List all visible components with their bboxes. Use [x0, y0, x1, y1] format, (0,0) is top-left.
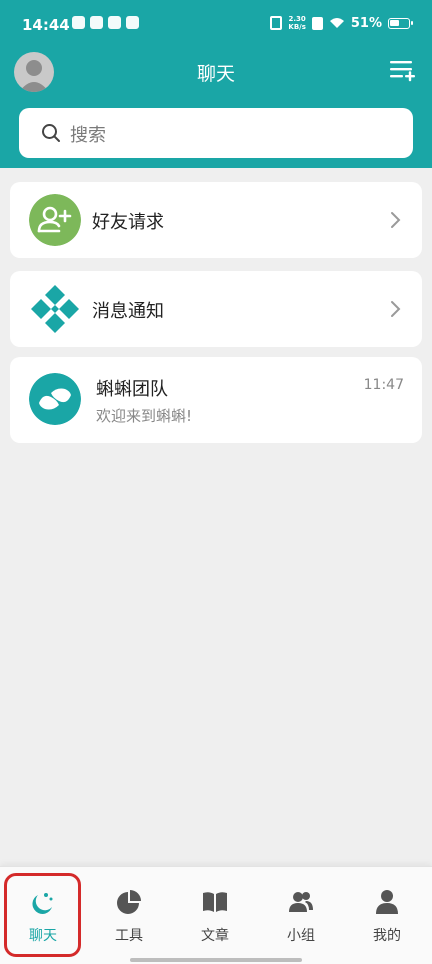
pie-chart-icon: [117, 890, 141, 914]
chevron-right-icon: [391, 301, 401, 317]
tab-label: 我的: [373, 928, 401, 944]
page-title: 聊天: [196, 63, 235, 85]
group-icon: [289, 892, 313, 912]
header: 14:44 2.30 KB/s 51% 聊天 搜索: [0, 0, 432, 168]
team-logo-icon: [29, 373, 81, 425]
app-notification-icon: [72, 16, 85, 29]
search-icon: [42, 124, 60, 142]
chat-icon: [32, 893, 53, 914]
friend-request-label: 好友请求: [92, 212, 164, 233]
tab-label: 文章: [201, 928, 229, 944]
person-icon: [376, 890, 398, 914]
vibrate-icon: [270, 16, 283, 30]
search-placeholder: 搜索: [70, 125, 106, 146]
tab-me[interactable]: 我的: [344, 867, 430, 957]
book-icon: [203, 892, 227, 912]
status-bar: 14:44 2.30 KB/s 51%: [0, 0, 432, 50]
fan-notification-icon: [90, 16, 103, 29]
sim-x-icon: [311, 16, 323, 30]
wifi-icon: [329, 18, 344, 28]
conversation-time: 11:47: [363, 377, 404, 393]
network-speed: 2.30 KB/s: [288, 15, 306, 31]
conversation-name: 蝌蝌团队: [96, 379, 168, 400]
conversation-last-message: 欢迎来到蝌蝌!: [96, 407, 193, 425]
notification-diamond-icon: [31, 285, 79, 333]
notifications-item[interactable]: 消息通知: [10, 271, 422, 347]
battery-icon: [388, 17, 413, 29]
cloud-notification-icon: [126, 16, 139, 29]
tiktok-notification-icon: [108, 16, 121, 29]
home-indicator: [130, 958, 302, 962]
chevron-right-icon: [391, 212, 401, 228]
battery-percent: 51%: [350, 15, 382, 31]
tab-label: 工具: [115, 928, 143, 944]
tab-tools[interactable]: 工具: [86, 867, 172, 957]
notification-icons: [72, 16, 139, 29]
tab-label: 小组: [287, 928, 315, 944]
search-input[interactable]: 搜索: [19, 108, 413, 158]
notifications-label: 消息通知: [92, 301, 164, 322]
status-time: 14:44: [22, 16, 70, 34]
tab-groups[interactable]: 小组: [258, 867, 344, 957]
status-right: 2.30 KB/s 51%: [270, 15, 413, 31]
friend-request-item[interactable]: 好友请求: [10, 182, 422, 258]
tab-label: 聊天: [29, 928, 57, 944]
tab-bar: 聊天 工具 文章 小组 我的: [0, 866, 432, 964]
menu-add-icon[interactable]: [388, 56, 416, 84]
tab-articles[interactable]: 文章: [172, 867, 258, 957]
conversation-item[interactable]: 蝌蝌团队 欢迎来到蝌蝌! 11:47: [10, 357, 422, 443]
tab-chat[interactable]: 聊天: [0, 867, 86, 957]
add-friend-icon: [29, 194, 81, 246]
